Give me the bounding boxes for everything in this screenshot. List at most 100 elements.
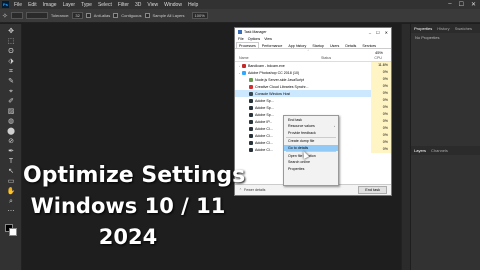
cpu-total-percent: 45% (374, 50, 383, 55)
process-row[interactable]: Adobe Sp... 0% (235, 104, 391, 111)
tool-6-icon[interactable]: ⌖ (6, 87, 16, 96)
process-icon (249, 98, 253, 103)
process-name: Adobe IP... (255, 119, 273, 124)
tool-10-icon[interactable]: ⬤ (6, 127, 16, 136)
process-row[interactable]: ⌄ Adobe Photoshop CC 2018 (10) 0% (235, 69, 391, 76)
tool-8-icon[interactable]: ▨ (6, 107, 16, 116)
process-icon (249, 119, 253, 124)
menu-edit[interactable]: Edit (25, 2, 40, 8)
tolerance-input[interactable]: 32 (72, 12, 83, 19)
process-row[interactable]: Adobe Sp... 0% (235, 97, 391, 104)
process-row[interactable]: Node.js Server-side JavaScript 0% (235, 76, 391, 83)
process-name: Console Window Host (255, 91, 291, 96)
process-cpu: 0% (371, 111, 391, 118)
tab-properties[interactable]: Properties (414, 26, 432, 31)
close-button[interactable]: ✕ (471, 1, 476, 8)
tm-menu-options[interactable]: Options (248, 37, 260, 41)
menu-type[interactable]: Type (78, 2, 95, 8)
fewer-details-toggle[interactable]: ⌃ Fewer details (239, 188, 265, 192)
process-name: Adobe Photoshop CC 2018 (10) (248, 70, 300, 75)
process-icon (249, 133, 253, 138)
process-cpu: 0% (371, 125, 391, 132)
tab-channels[interactable]: Channels (431, 148, 448, 153)
menu-view[interactable]: View (144, 2, 161, 8)
tool-15-icon[interactable]: ▭ (6, 177, 16, 186)
tool-14-icon[interactable]: ↖ (6, 167, 16, 176)
app-menubar: Ps File Edit Image Layer Type Select Filter 3D V… (0, 0, 480, 9)
tool-9-icon[interactable]: ◍ (6, 117, 16, 126)
context-item-properties[interactable]: Properties (284, 166, 338, 172)
tool-preset-picker[interactable] (10, 12, 23, 19)
menu-file[interactable]: File (11, 2, 25, 8)
tm-close-button[interactable]: ✕ (385, 30, 388, 35)
tab-performance[interactable]: Performance (259, 42, 286, 48)
context-item-go-to-details[interactable]: Go to details (284, 144, 338, 151)
process-row[interactable]: Creative Cloud Libraries Synchr... 0% (235, 83, 391, 90)
magic-wand-icon[interactable]: ✧ (2, 12, 8, 20)
process-cpu: 0% (371, 139, 391, 146)
tm-maximize-button[interactable]: ☐ (376, 30, 380, 35)
menu-layer[interactable]: Layer (60, 2, 79, 8)
tab-users[interactable]: Users (327, 42, 342, 48)
process-icon (242, 70, 246, 75)
tab-details[interactable]: Details (342, 42, 359, 48)
tool-3-icon[interactable]: ⬗ (6, 57, 16, 66)
tool-5-icon[interactable]: ✎ (6, 77, 16, 86)
tool-2-icon[interactable]: ʘ (6, 47, 16, 56)
tab-swatches[interactable]: Swatches (455, 26, 472, 31)
process-name: Node.js Server-side JavaScript (255, 77, 305, 82)
column-cpu[interactable]: CPU (374, 56, 382, 60)
tab-layers[interactable]: Layers (414, 148, 426, 153)
process-icon (249, 91, 253, 96)
tab-startup[interactable]: Startup (309, 42, 327, 48)
tab-services[interactable]: Services (359, 42, 379, 48)
menu-3d[interactable]: 3D (132, 2, 144, 8)
antialias-label: Anti-alias (93, 13, 111, 18)
menu-window[interactable]: Window (161, 2, 185, 8)
zoom-input[interactable]: 100% (191, 12, 208, 19)
tm-minimize-button[interactable]: – (369, 30, 371, 35)
tool-18-icon[interactable]: ⋯ (6, 207, 16, 216)
menu-help[interactable]: Help (185, 2, 201, 8)
menu-image[interactable]: Image (40, 2, 60, 8)
process-row[interactable]: › Bandicam - bdcam.exe 11.6% (235, 62, 391, 69)
menu-select[interactable]: Select (95, 2, 115, 8)
process-cpu: 0% (371, 132, 391, 139)
menu-filter[interactable]: Filter (115, 2, 132, 8)
process-name: Adobe Sp... (255, 105, 274, 110)
tool-1-icon[interactable]: ⬚ (6, 37, 16, 46)
tool-13-icon[interactable]: T (6, 157, 16, 166)
context-item-provide-feedback[interactable]: Provide feedback (284, 130, 338, 136)
task-manager-tabs: Processes Performance App history Startup Us… (235, 42, 391, 49)
tab-app-history[interactable]: App history (285, 42, 309, 48)
task-manager-title: Task Manager (244, 30, 267, 34)
process-icon (249, 147, 253, 152)
tab-processes[interactable]: Processes (236, 42, 259, 48)
process-cpu: 11.6% (371, 62, 391, 69)
tab-history[interactable]: History (437, 26, 449, 31)
tool-12-icon[interactable]: ✒ (6, 147, 16, 156)
tm-menu-view[interactable]: View (264, 37, 272, 41)
minimize-button[interactable]: – (448, 1, 451, 8)
tool-11-icon[interactable]: ⊘ (6, 137, 16, 146)
tool-4-icon[interactable]: ⌗ (6, 67, 16, 76)
sample-all-checkbox[interactable] (144, 13, 150, 18)
tm-menu-file[interactable]: File (238, 37, 244, 41)
contiguous-checkbox[interactable] (113, 13, 119, 18)
options-bar: ✧ Tolerance: 32 Anti-alias Contiguous Sa… (0, 9, 480, 23)
tool-16-icon[interactable]: ✋ (6, 187, 16, 196)
contiguous-label: Contiguous (121, 13, 142, 18)
column-name[interactable]: Name (239, 56, 249, 60)
selection-mode-group[interactable] (25, 12, 48, 19)
column-status[interactable]: Status (321, 56, 331, 60)
tool-0-icon[interactable]: ✥ (6, 27, 16, 36)
maximize-button[interactable]: ☐ (459, 1, 464, 8)
background-color-swatch[interactable] (9, 228, 17, 236)
process-name: Creative Cloud Libraries Synchr... (255, 84, 309, 89)
tolerance-label: Tolerance: (50, 13, 70, 18)
process-row[interactable]: Console Window Host 0% (235, 90, 391, 97)
tool-17-icon[interactable]: ⌕ (6, 197, 16, 206)
end-task-button[interactable]: End task (358, 186, 387, 194)
antialias-checkbox[interactable] (85, 13, 91, 18)
tool-7-icon[interactable]: ✐ (6, 97, 16, 106)
